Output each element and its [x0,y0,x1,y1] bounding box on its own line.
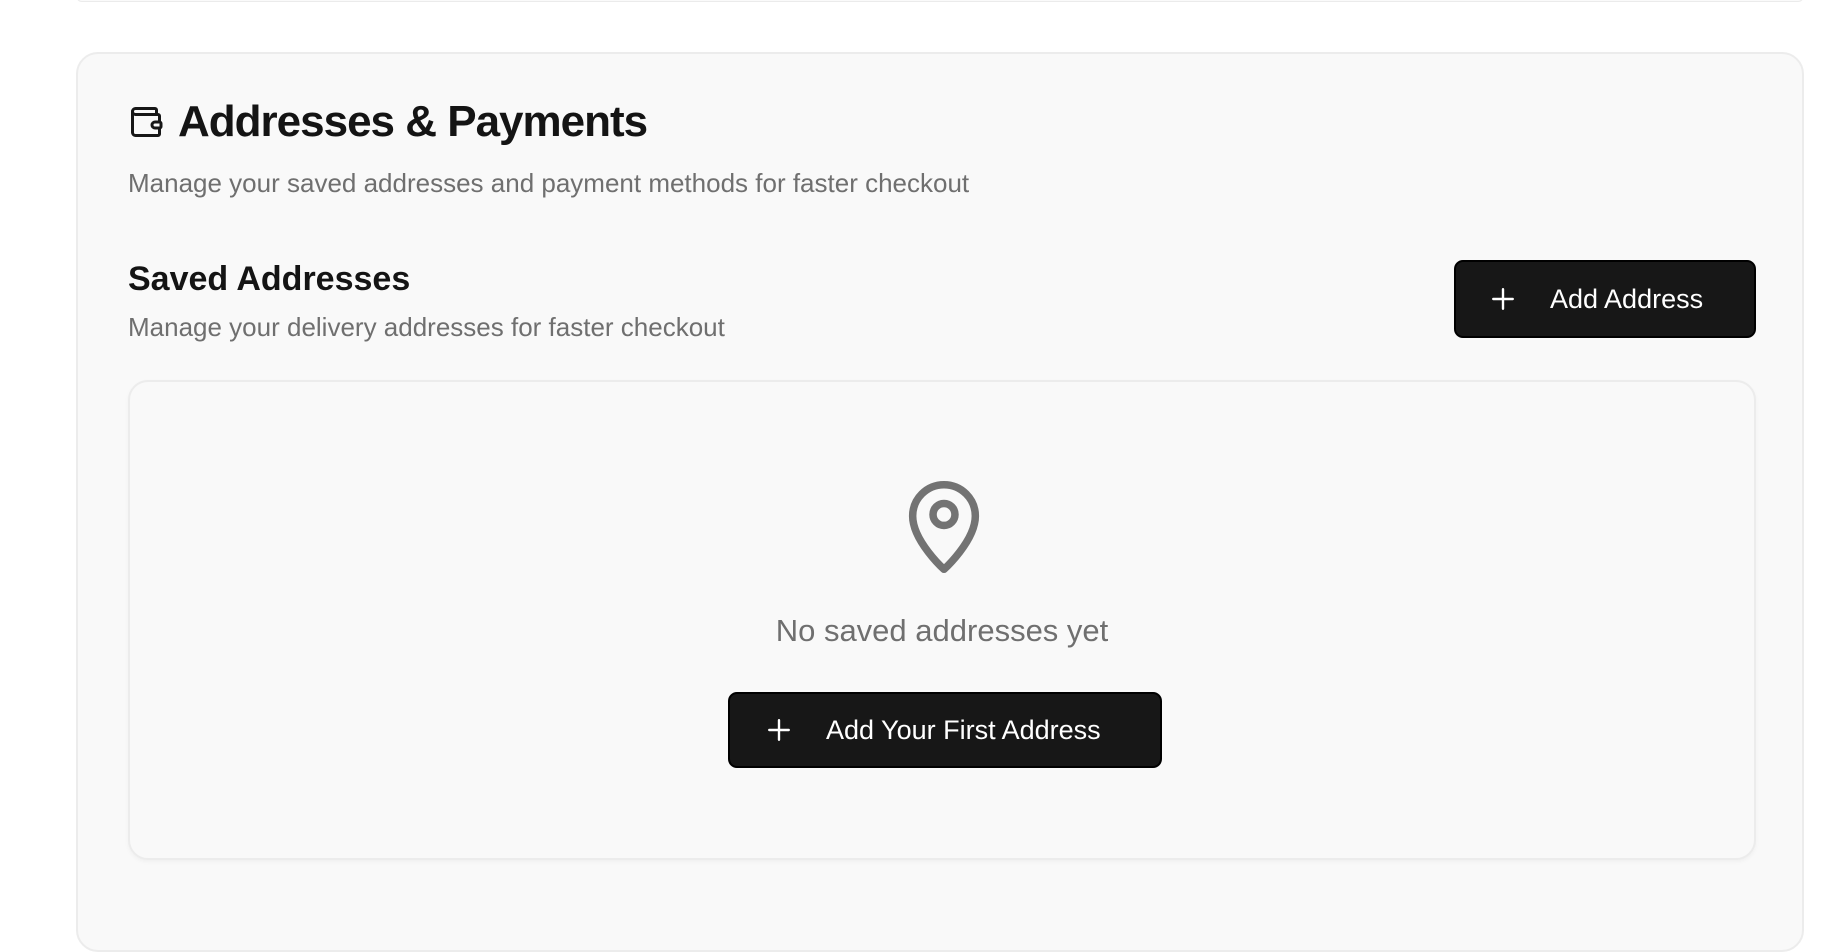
plus-icon [768,719,790,741]
add-address-label: Add Address [1550,283,1704,314]
page-title: Addresses & Payments [178,97,648,146]
saved-addresses-title: Saved Addresses [128,260,411,298]
map-pin-icon [908,480,980,574]
add-first-address-button[interactable]: Add Your First Address [728,692,1162,768]
add-address-button[interactable]: Add Address [1454,260,1756,338]
empty-state-message: No saved addresses yet [775,613,1109,648]
add-first-address-label: Add Your First Address [826,714,1101,745]
addresses-empty-state: No saved addresses yet Add Your First Ad… [128,380,1756,860]
addresses-payments-card: Addresses & Payments Manage your saved a… [76,52,1804,952]
section-header: Addresses & Payments [128,97,648,146]
saved-addresses-subtitle: Manage your delivery addresses for faste… [128,312,725,342]
plus-icon [1492,288,1514,310]
wallet-icon [131,107,163,137]
page-subtitle: Manage your saved addresses and payment … [128,168,970,198]
previous-card-edge [76,0,1804,2]
